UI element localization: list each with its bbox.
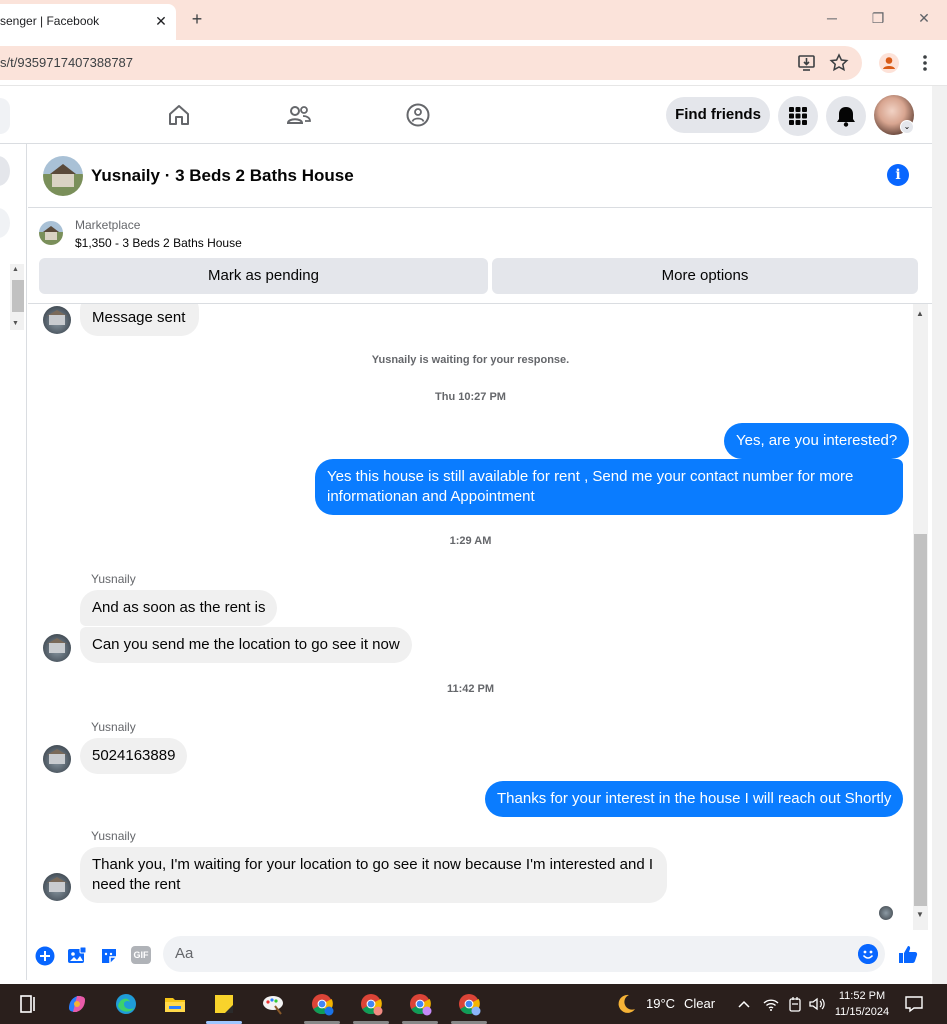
contact-avatar[interactable]	[43, 745, 71, 773]
message-bubble-incoming[interactable]: Message sent	[80, 304, 199, 336]
search-field[interactable]	[0, 98, 10, 134]
task-view-icon[interactable]	[16, 992, 40, 1016]
conversation-title[interactable]: Yusnaily · 3 Beds 2 Baths House	[91, 166, 354, 186]
timestamp: Thu 10:27 PM	[435, 391, 506, 403]
tab-close-icon[interactable]: ✕	[154, 13, 168, 30]
waiting-notice: Yusnaily is waiting for your response.	[371, 354, 570, 366]
menu-button[interactable]	[778, 96, 818, 136]
restore-button[interactable]: ❐	[868, 10, 888, 27]
browser-toolbar: s/t/9359717407388787	[0, 40, 947, 86]
weather-description[interactable]: Clear	[684, 996, 715, 1011]
friends-icon[interactable]	[286, 102, 312, 128]
timestamp: 1:29 AM	[449, 535, 492, 547]
battery-plug-icon[interactable]	[786, 995, 804, 1013]
edge-icon[interactable]	[114, 992, 138, 1016]
sidebar-scroll-up-icon[interactable]: ▲	[12, 266, 19, 273]
message-bubble-outgoing[interactable]: Yes, are you interested?	[724, 423, 910, 459]
seen-indicator-avatar	[879, 906, 893, 920]
message-composer: GIF Aa	[28, 930, 932, 980]
bookmark-star-icon[interactable]	[829, 53, 849, 73]
contact-avatar[interactable]	[43, 634, 71, 662]
notifications-button[interactable]	[826, 96, 866, 136]
wifi-icon[interactable]	[762, 995, 780, 1013]
clock-date: 11/15/2024	[834, 1006, 890, 1018]
home-icon[interactable]	[166, 102, 192, 128]
contact-avatar[interactable]	[43, 306, 71, 334]
message-bubble-incoming[interactable]: Thank you, I'm waiting for your location…	[80, 847, 667, 903]
plus-circle-icon[interactable]	[35, 946, 55, 966]
browser-profile-icon[interactable]	[879, 53, 899, 73]
message-bubble-outgoing[interactable]: Thanks for your interest in the house I …	[485, 781, 904, 817]
bell-icon	[837, 107, 855, 127]
find-friends-button[interactable]: Find friends	[666, 97, 770, 133]
sidebar-scroll-down-icon[interactable]: ▼	[12, 320, 19, 327]
message-bubble-incoming[interactable]: And as soon as the rent is	[80, 590, 278, 626]
notification-center-icon[interactable]	[904, 994, 924, 1014]
minimize-button[interactable]: ─	[822, 10, 842, 26]
weather-temperature[interactable]: 19°C	[646, 996, 675, 1011]
facebook-top-nav: Find friends ⌄	[0, 86, 932, 144]
browser-menu-icon[interactable]	[918, 52, 932, 74]
thumbs-up-icon[interactable]	[897, 943, 919, 965]
message-bubble-incoming[interactable]: Can you send me the location to go see i…	[80, 627, 412, 663]
gif-button[interactable]: GIF	[131, 946, 151, 964]
marketplace-listing-card: Marketplace $1,350 - 3 Beds 2 Baths Hous…	[28, 208, 932, 304]
message-input[interactable]: Aa	[163, 936, 885, 972]
thread-scroll-thumb[interactable]	[914, 534, 927, 906]
sidebar-search[interactable]	[0, 208, 10, 238]
chat-list-sidebar: ▲ ▼	[0, 144, 27, 980]
moon-weather-icon[interactable]	[614, 992, 638, 1016]
sender-name: Yusnaily	[91, 572, 136, 586]
copilot-icon[interactable]	[65, 992, 89, 1016]
install-app-icon[interactable]	[797, 53, 817, 73]
show-hidden-icons-chevron-icon[interactable]	[736, 996, 752, 1012]
photo-icon[interactable]	[67, 946, 87, 966]
mark-as-pending-button[interactable]: Mark as pending	[39, 258, 488, 294]
more-options-button[interactable]: More options	[492, 258, 918, 294]
close-window-button[interactable]: ✕	[914, 10, 934, 27]
conversation-avatar[interactable]	[43, 156, 83, 196]
listing-title[interactable]: $1,350 - 3 Beds 2 Baths House	[75, 236, 242, 250]
chrome-profile-d-icon[interactable]	[457, 992, 481, 1016]
page-scrollbar[interactable]	[932, 86, 947, 984]
message-bubble-outgoing[interactable]: Yes this house is still available for re…	[315, 459, 903, 515]
sender-name: Yusnaily	[91, 720, 136, 734]
sticker-icon[interactable]	[99, 946, 119, 966]
paint-icon[interactable]	[261, 992, 285, 1016]
sidebar-button[interactable]	[0, 156, 10, 186]
clock-time: 11:52 PM	[838, 990, 886, 1002]
browser-tab-messenger[interactable]: senger | Facebook ✕	[0, 4, 176, 40]
timestamp: 11:42 PM	[446, 683, 495, 695]
sticky-notes-icon[interactable]	[212, 992, 236, 1016]
groups-icon[interactable]	[405, 102, 431, 128]
sidebar-scroll-thumb[interactable]	[12, 280, 24, 312]
emoji-icon[interactable]	[858, 944, 878, 964]
new-tab-button[interactable]: +	[188, 9, 206, 29]
chat-header: Yusnaily · 3 Beds 2 Baths House i	[28, 144, 932, 208]
file-explorer-icon[interactable]	[163, 992, 187, 1016]
chevron-down-icon[interactable]: ⌄	[900, 120, 914, 134]
browser-tab-strip: senger | Facebook ✕ + ─ ❐ ✕	[0, 0, 947, 40]
message-bubble-incoming[interactable]: 5024163889	[80, 738, 188, 774]
message-thread[interactable]: Message sent Yusnaily is waiting for you…	[28, 304, 913, 930]
scroll-down-icon[interactable]: ▼	[916, 910, 924, 919]
windows-taskbar: 19°C Clear 11:52 PM 11/15/2024	[0, 984, 947, 1024]
system-clock[interactable]: 11:52 PM 11/15/2024	[820, 988, 904, 1020]
chrome-profile-c-icon[interactable]	[408, 992, 432, 1016]
url-text[interactable]: s/t/9359717407388787	[0, 55, 133, 70]
tab-title: senger | Facebook	[0, 14, 100, 28]
chrome-profile-a-icon[interactable]	[310, 992, 334, 1016]
sender-name: Yusnaily	[91, 829, 136, 843]
info-icon[interactable]: i	[887, 164, 909, 186]
scroll-up-icon[interactable]: ▲	[916, 309, 924, 318]
chrome-profile-b-icon[interactable]	[359, 992, 383, 1016]
marketplace-label: Marketplace	[75, 218, 141, 232]
contact-avatar[interactable]	[43, 873, 71, 901]
grid-menu-icon	[789, 107, 807, 125]
listing-thumbnail[interactable]	[39, 221, 63, 245]
